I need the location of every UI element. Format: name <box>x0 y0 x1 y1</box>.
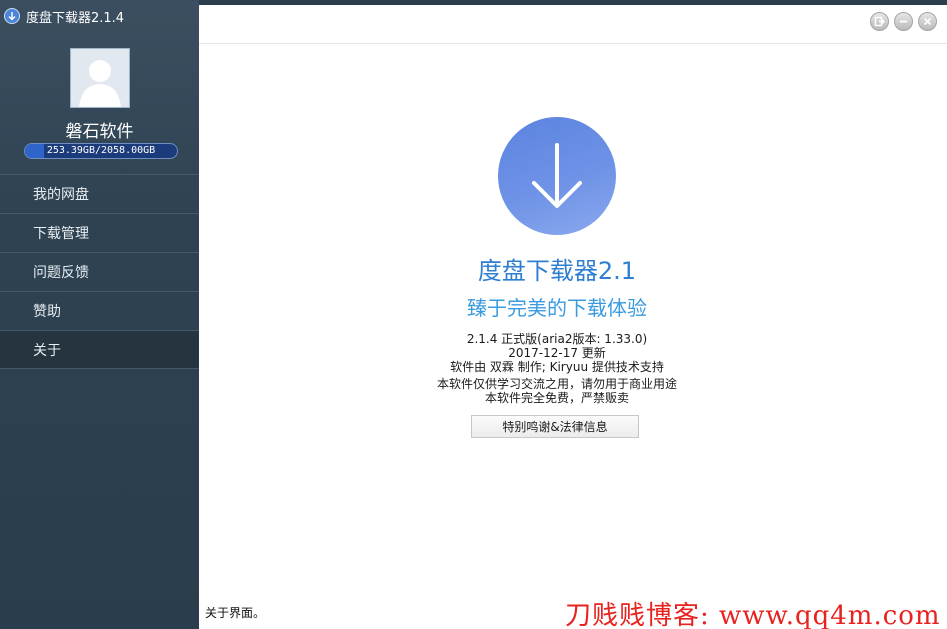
sidebar-item-feedback[interactable]: 问题反馈 <box>0 252 199 291</box>
product-slogan: 臻于完美的下载体验 <box>467 296 647 320</box>
free-notice-text: 本软件完全免费，严禁贩卖 <box>484 391 629 405</box>
logout-icon <box>874 16 885 27</box>
main-panel: 度盘下载器2.1 臻于完美的下载体验 2.1.4 正式版(aria2版本: 1.… <box>199 5 947 629</box>
sidebar-item-label: 下载管理 <box>33 226 89 242</box>
avatar[interactable] <box>70 48 130 108</box>
minimize-button[interactable] <box>894 12 913 31</box>
author-text: 软件由 双霖 制作; Kiryuu 提供技术支持 <box>450 360 664 374</box>
sidebar-item-label: 问题反馈 <box>33 265 89 281</box>
about-info: 2.1.4 正式版(aria2版本: 1.33.0) 2017-12-17 更新… <box>199 332 915 405</box>
title-bar: 度盘下载器2.1.4 <box>4 6 124 26</box>
credits-legal-button[interactable]: 特别鸣谢&法律信息 <box>471 415 639 438</box>
storage-quota-text: 253.39GB/2058.00GB <box>46 145 156 156</box>
download-arrow-icon <box>498 117 616 235</box>
sidebar-item-label: 关于 <box>33 342 61 359</box>
sidebar-menu: 我的网盘 下载管理 问题反馈 赞助 关于 <box>0 174 199 369</box>
app-title: 度盘下载器2.1.4 <box>26 10 125 26</box>
license-notice-text: 本软件仅供学习交流之用，请勿用于商业用途 <box>436 377 677 391</box>
sidebar-item-sponsor[interactable]: 赞助 <box>0 291 199 330</box>
sidebar: 度盘下载器2.1.4 磐石软件 253.39GB/2058.00GB 我的网盘 … <box>0 0 199 629</box>
close-button[interactable] <box>918 12 937 31</box>
status-text: 关于界面。 <box>205 606 266 620</box>
sidebar-item-download-manager[interactable]: 下载管理 <box>0 213 199 252</box>
sidebar-item-label: 我的网盘 <box>33 187 89 203</box>
update-date-text: 2017-12-17 更新 <box>508 346 606 360</box>
watermark-text: 刀贱贱博客: www.qq4m.com <box>565 601 941 629</box>
storage-quota-bar: 253.39GB/2058.00GB <box>24 143 178 159</box>
username: 磐石软件 <box>65 122 134 142</box>
sidebar-item-about[interactable]: 关于 <box>0 330 199 369</box>
app-download-icon <box>4 8 20 24</box>
sidebar-item-label: 赞助 <box>33 304 61 320</box>
window-controls-bar <box>199 5 947 44</box>
minimize-icon <box>900 20 907 23</box>
product-name: 度盘下载器2.1 <box>477 257 637 285</box>
sidebar-item-my-netdisk[interactable]: 我的网盘 <box>0 174 199 213</box>
version-text: 2.1.4 正式版(aria2版本: 1.33.0) <box>466 332 648 346</box>
close-icon <box>923 17 932 26</box>
logout-button[interactable] <box>870 12 889 31</box>
